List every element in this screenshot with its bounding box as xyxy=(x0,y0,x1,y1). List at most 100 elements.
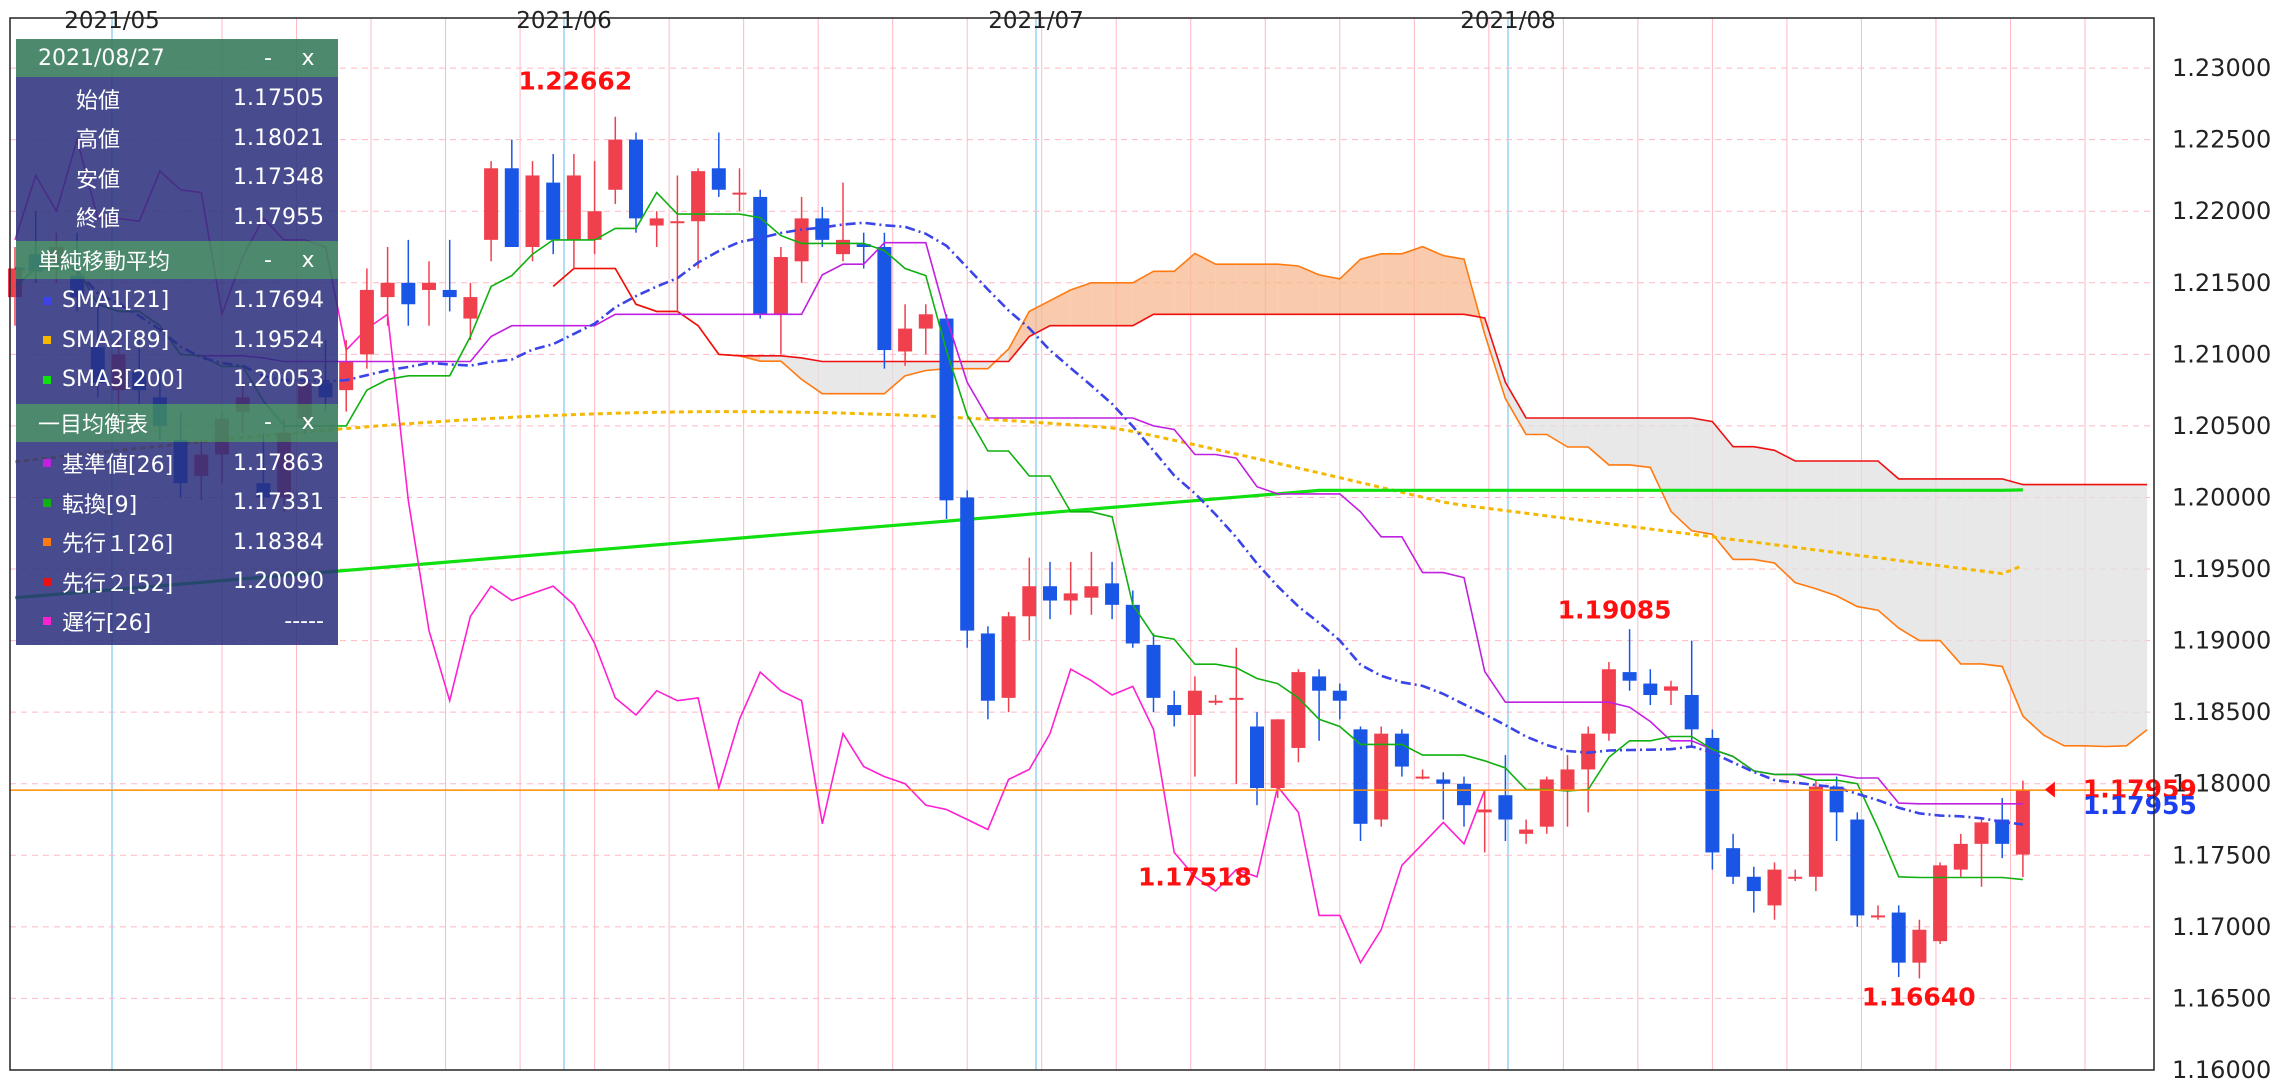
candle-body xyxy=(359,289,374,355)
x-tick-label: 2021/07 xyxy=(988,8,1084,34)
x-tick-label: 2021/05 xyxy=(64,8,160,34)
ichimoku-cloud-segment xyxy=(2126,484,2148,746)
candle-body xyxy=(898,328,913,352)
candle-body xyxy=(587,211,602,240)
candle-body xyxy=(1229,697,1244,700)
candle-body xyxy=(1953,843,1968,870)
candle-body xyxy=(1560,769,1575,791)
ichimoku-cloud-segment xyxy=(1795,460,1816,589)
candle-body xyxy=(732,192,747,195)
candle-body xyxy=(1332,690,1347,701)
ichimoku-cloud-segment xyxy=(1236,264,1257,315)
ichimoku-cloud-segment xyxy=(1360,253,1382,315)
candle-body xyxy=(1125,604,1140,644)
candle-body xyxy=(1291,672,1306,748)
x-tick-label: 2021/08 xyxy=(1460,8,1556,34)
ichimoku-cloud-segment xyxy=(1960,478,1982,664)
candle-body xyxy=(442,289,457,298)
ichimoku-row: 先行１[26] 1.18384 xyxy=(16,523,338,563)
y-tick-label: 1.17500 xyxy=(2172,841,2271,869)
sma-row: SMA2[89] 1.19524 xyxy=(16,321,338,361)
sma-value: 1.20053 xyxy=(233,367,324,393)
ichimoku-header[interactable]: 一目均衡表 - x xyxy=(16,403,338,442)
ichimoku-cloud-segment xyxy=(1401,246,1423,315)
ichimoku-cloud-segment xyxy=(1526,418,1547,435)
ohlc-close-button[interactable]: x xyxy=(288,46,328,71)
candle-body xyxy=(525,175,540,248)
candle-body xyxy=(1684,695,1699,730)
price-annotation: 1.17518 xyxy=(1138,863,1252,892)
y-tick-label: 1.16500 xyxy=(2172,984,2271,1012)
ichimoku-cloud-segment xyxy=(1857,460,1878,611)
ohlc-minimize-button[interactable]: - xyxy=(248,46,288,71)
candle-body xyxy=(960,497,975,631)
ichimoku-cloud-segment xyxy=(1257,264,1278,315)
chikou-swatch xyxy=(43,617,51,626)
price-annotation: 1.19085 xyxy=(1558,595,1672,624)
ohlc-header[interactable]: 2021/08/27 - x xyxy=(16,39,338,77)
candle-body xyxy=(380,282,395,298)
y-tick-label: 1.21500 xyxy=(2172,269,2271,297)
ichimoku-cloud-segment xyxy=(1215,264,1237,315)
candle-body xyxy=(711,168,726,190)
candle-body xyxy=(1436,779,1451,784)
senkou1-swatch xyxy=(43,538,51,547)
sma-value: 1.17694 xyxy=(233,288,324,314)
sma3-swatch xyxy=(43,375,51,384)
indicator-panel: 2021/08/27 - x 始値 1.17505 高値 1.18021 安値 … xyxy=(16,39,338,645)
candle-body xyxy=(939,318,954,501)
candle-body xyxy=(1250,726,1264,789)
y-tick-label: 1.22000 xyxy=(2172,197,2271,225)
ichimoku-cloud-segment xyxy=(2064,484,2085,746)
y-tick-label: 1.16000 xyxy=(2172,1056,2271,1080)
candle-body xyxy=(1705,737,1720,853)
candle-body xyxy=(1270,719,1285,789)
candle-body xyxy=(918,314,933,329)
sma-label: SMA2[89] xyxy=(62,327,170,353)
ohlc-label: 安値 xyxy=(76,167,121,193)
ichimoku-minimize-button[interactable]: - xyxy=(248,410,288,435)
chart-canvas[interactable]: 1.23000 1.22500 1.22000 1.21500 1.21000 1.205… xyxy=(0,0,2288,1084)
ichimoku-cloud-segment xyxy=(1319,274,1340,315)
y-tick-label: 1.17000 xyxy=(2172,913,2271,941)
ichimoku-cloud-segment xyxy=(1774,450,1796,583)
candle-body xyxy=(649,218,664,226)
candle-body xyxy=(1891,912,1906,963)
candle-body xyxy=(566,175,581,240)
ichimoku-list: 基準値[26] 1.17863 転換[9] 1.17331 先行１[26] 1.… xyxy=(16,441,338,645)
ichimoku-cloud-segment xyxy=(1443,255,1464,315)
ohlc-list: 始値 1.17505 高値 1.18021 安値 1.17348 終値 1.17… xyxy=(16,77,338,241)
candle-body xyxy=(1187,690,1202,716)
sma-header[interactable]: 単純移動平均 - x xyxy=(16,241,338,279)
ichimoku-cloud-segment xyxy=(1422,246,1444,315)
candle-body xyxy=(463,297,478,319)
candle-body xyxy=(1643,683,1658,696)
ichimoku-cloud-segment xyxy=(843,361,864,394)
ichimoku-close-button[interactable]: x xyxy=(288,410,328,435)
candle-body xyxy=(753,196,768,315)
ohlc-row-open: 始値 1.17505 xyxy=(16,79,338,119)
candle-body xyxy=(1146,644,1161,698)
candle-body xyxy=(670,221,685,224)
ichimoku-value: 1.17863 xyxy=(233,450,324,476)
price-annotation: 1.22662 xyxy=(518,66,632,95)
ichimoku-row: 転換[9] 1.17331 xyxy=(16,483,338,523)
ichimoku-cloud-segment xyxy=(1381,253,1402,315)
ohlc-row-high: 高値 1.18021 xyxy=(16,119,338,159)
candle-body xyxy=(836,239,850,255)
candlestick-chart[interactable]: 1.23000 1.22500 1.22000 1.21500 1.21000 1.205… xyxy=(0,0,2288,1084)
ichimoku-label: 先行１[26] xyxy=(62,532,174,558)
ichimoku-cloud-segment xyxy=(1919,478,1941,641)
x-tick-label: 2021/06 xyxy=(516,8,612,34)
senkou2-swatch xyxy=(43,577,51,586)
sma-close-button[interactable]: x xyxy=(288,248,328,273)
candle-body xyxy=(980,633,995,701)
candle-body xyxy=(504,168,519,248)
kijun-swatch xyxy=(43,459,51,468)
sma-minimize-button[interactable]: - xyxy=(248,248,288,273)
candle-body xyxy=(1850,819,1865,916)
ohlc-label: 終値 xyxy=(76,207,121,233)
y-tick-label: 1.21000 xyxy=(2172,340,2271,368)
ohlc-date: 2021/08/27 xyxy=(38,45,165,71)
candle-body xyxy=(484,168,499,240)
